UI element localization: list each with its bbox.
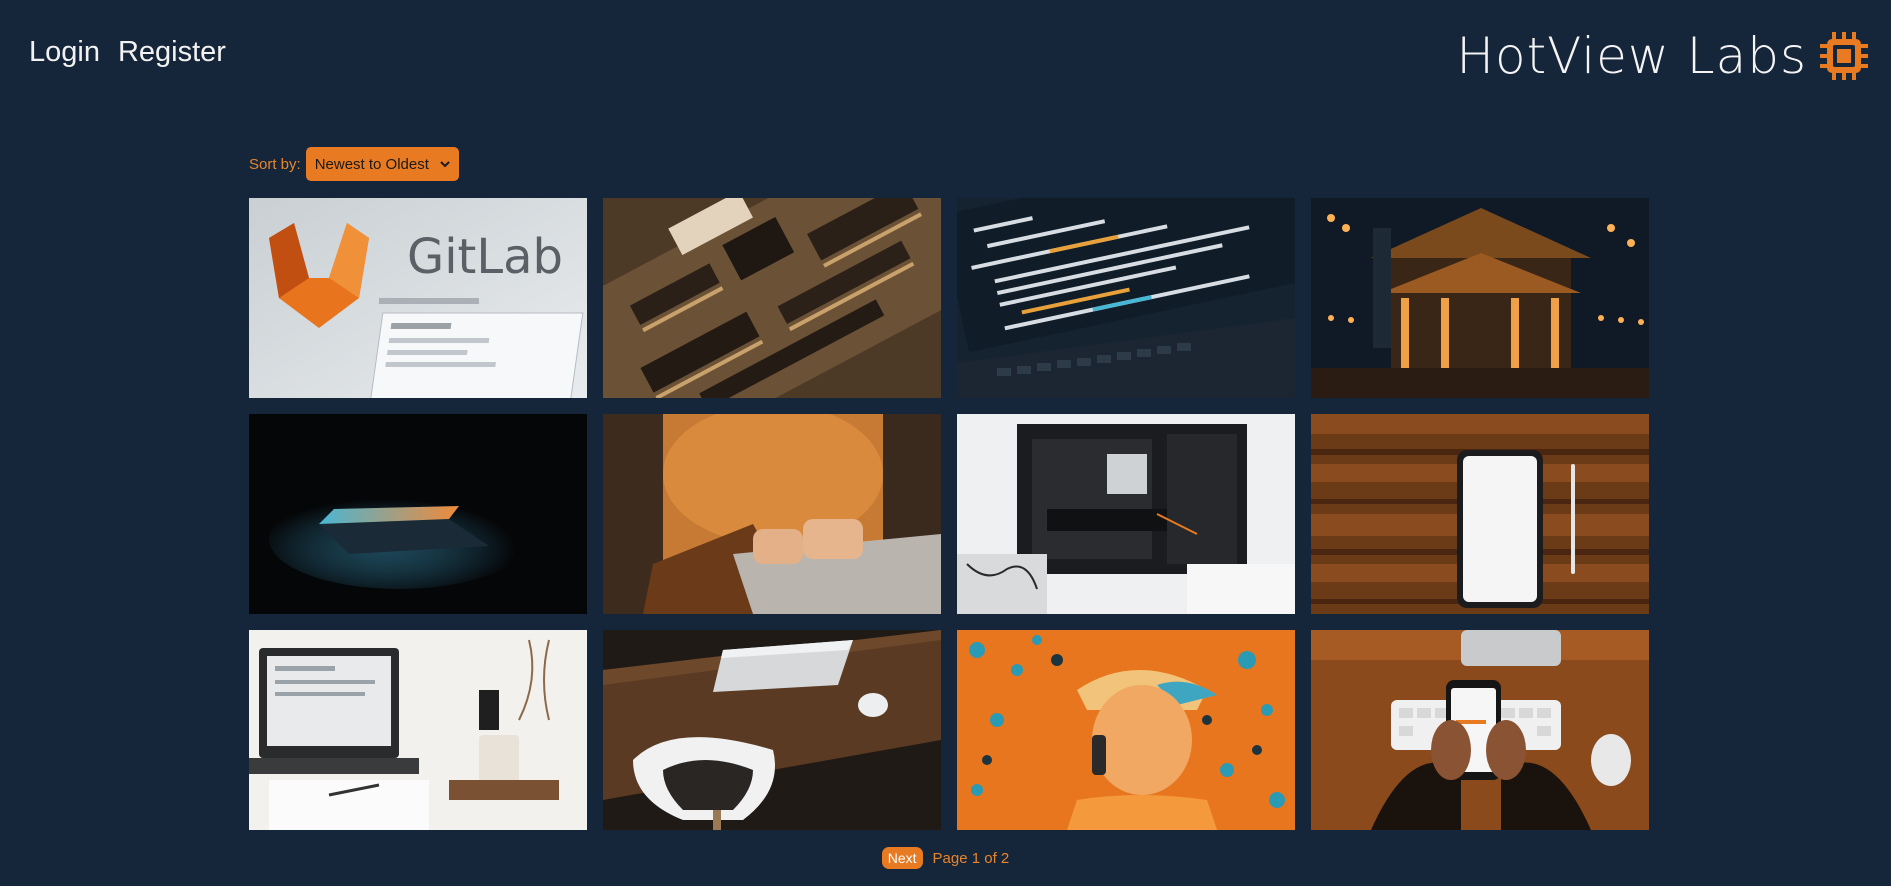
gallery-image-dark-laptop[interactable] — [249, 414, 587, 614]
brand-name: HotView Labs — [1456, 27, 1807, 85]
register-link[interactable]: Register — [118, 36, 226, 69]
next-page-button[interactable]: Next — [881, 847, 923, 869]
gallery-image-woman-phone[interactable] — [957, 630, 1295, 830]
sort-label: Sort by: — [249, 155, 301, 173]
chevron-down-icon — [439, 161, 450, 168]
chip-icon — [1820, 32, 1868, 80]
login-link[interactable]: Login — [29, 36, 100, 69]
gallery-image-tablet-wood[interactable] — [1311, 414, 1649, 614]
sort-select[interactable]: Newest to Oldest — [305, 147, 459, 181]
sort-selected-value: Newest to Oldest — [314, 155, 429, 173]
page: Login Register HotView Labs Sort by: New… — [0, 0, 1891, 886]
gallery-image-code-laptop[interactable] — [957, 198, 1295, 398]
gallery-image-gitlab[interactable]: GitLab — [249, 198, 587, 398]
gallery-image-pc-build[interactable] — [957, 414, 1295, 614]
gallery-image-laptop-coffee[interactable] — [249, 630, 587, 830]
gallery-image-temple-night[interactable] — [1311, 198, 1649, 398]
gallery-image-desk-chair[interactable] — [603, 630, 941, 830]
gitlab-logo-text: GitLab — [407, 229, 563, 285]
pagination: Next Page 1 of 2 — [0, 847, 1891, 869]
top-nav: Login Register — [29, 36, 226, 69]
image-gallery: GitLab — [249, 198, 1649, 830]
gallery-image-phone-keyboard[interactable] — [1311, 630, 1649, 830]
gallery-image-typing-laptop[interactable] — [603, 414, 941, 614]
gallery-image-circuit-board[interactable] — [603, 198, 941, 398]
page-indicator: Page 1 of 2 — [932, 849, 1010, 867]
brand-logo[interactable]: HotView Labs — [1456, 28, 1869, 84]
sort-control: Sort by: Newest to Oldest — [249, 147, 459, 181]
